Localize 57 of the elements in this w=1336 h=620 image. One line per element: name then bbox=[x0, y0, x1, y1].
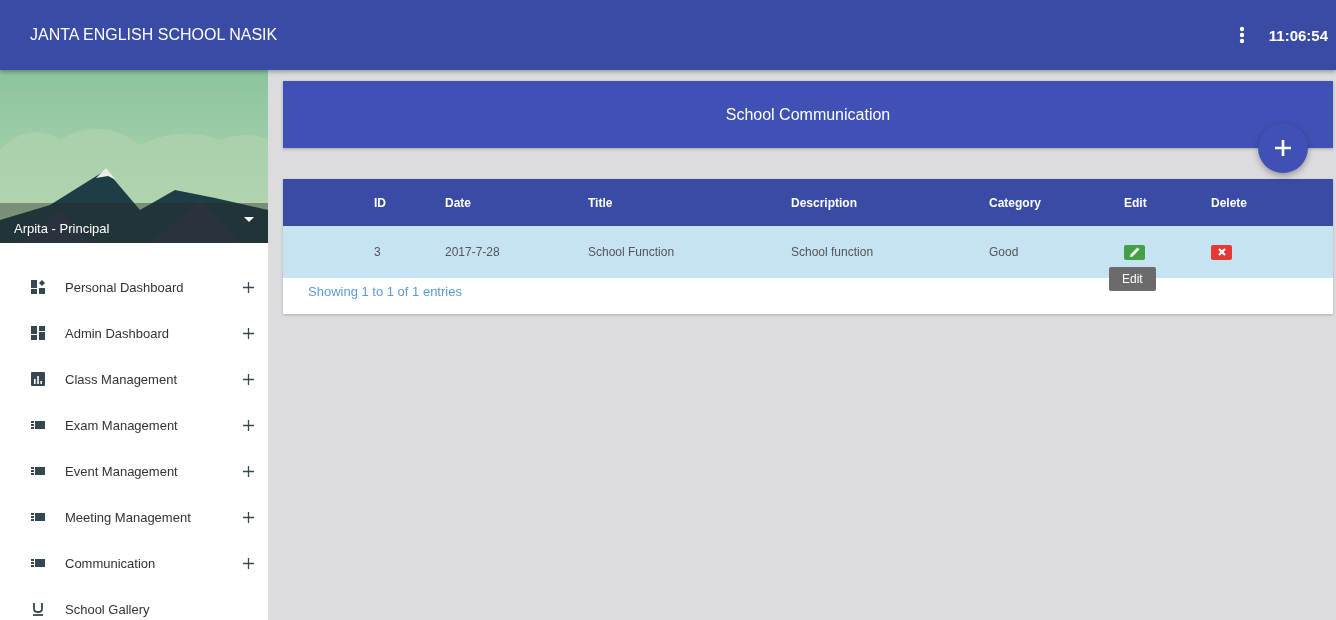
column-header: Delete bbox=[1211, 195, 1249, 210]
table-cell-text: 2017-7-28 bbox=[445, 245, 501, 259]
table-cell-text: Good bbox=[989, 245, 1020, 259]
dashboard-icon bbox=[31, 280, 45, 294]
column-header: ID bbox=[374, 195, 387, 210]
sidebar-label: Class Management bbox=[65, 371, 178, 387]
list-icon bbox=[31, 556, 45, 570]
column-header: Date bbox=[445, 195, 472, 210]
pencil-icon bbox=[1129, 247, 1140, 257]
sidebar-item[interactable]: Admin Dashboard bbox=[0, 310, 268, 356]
column-header: Title bbox=[588, 195, 614, 210]
sidebar-label: Meeting Management bbox=[65, 509, 192, 525]
dropdown-caret-icon[interactable] bbox=[244, 217, 254, 222]
plus-icon[interactable] bbox=[243, 373, 254, 385]
sidebar-label: Admin Dashboard bbox=[65, 325, 171, 341]
add-button[interactable] bbox=[1258, 123, 1308, 173]
list-icon bbox=[31, 418, 45, 432]
column-header: Category bbox=[989, 195, 1042, 210]
table-cell-text: School function bbox=[791, 245, 875, 259]
page-title: School Communication bbox=[725, 105, 891, 124]
clock-time: 11:06:54 bbox=[1268, 26, 1328, 44]
edit-button[interactable] bbox=[1124, 244, 1145, 260]
plus-icon[interactable] bbox=[243, 281, 254, 293]
plus-icon[interactable] bbox=[243, 511, 254, 523]
column-header: Description bbox=[791, 195, 858, 210]
delete-button[interactable] bbox=[1211, 244, 1232, 260]
sidebar-label: Exam Management bbox=[65, 417, 179, 433]
sidebar-item[interactable]: Communication bbox=[0, 540, 268, 586]
sidebar-label: Communication bbox=[65, 555, 157, 571]
sidebar-label: Personal Dashboard bbox=[65, 279, 185, 295]
close-icon bbox=[1217, 248, 1226, 256]
user-bar[interactable]: Arpita - Principal bbox=[0, 203, 268, 243]
table-cell-text: School Function bbox=[588, 245, 676, 259]
plus-icon[interactable] bbox=[243, 465, 254, 477]
sidebar-item[interactable]: Personal Dashboard bbox=[0, 264, 268, 310]
underline-icon bbox=[31, 602, 45, 616]
plus-icon bbox=[1275, 140, 1291, 156]
sidebar-item[interactable]: Event Management bbox=[0, 448, 268, 494]
dashboard-icon bbox=[31, 326, 45, 340]
tooltip: Edit bbox=[1109, 266, 1156, 291]
plus-icon[interactable] bbox=[243, 419, 254, 431]
more-menu-icon[interactable] bbox=[1238, 26, 1245, 44]
user-name: Arpita - Principal bbox=[14, 220, 110, 236]
sidebar-item[interactable]: Class Management bbox=[0, 356, 268, 402]
sidebar-item[interactable]: Exam Management bbox=[0, 402, 268, 448]
sidebar-label: Event Management bbox=[65, 463, 179, 479]
plus-icon[interactable] bbox=[243, 327, 254, 339]
column-header: Edit bbox=[1124, 195, 1148, 210]
sidebar-item[interactable]: Meeting Management bbox=[0, 494, 268, 540]
sidebar-label: School Gallery bbox=[65, 601, 151, 617]
table-cell-text: 3 bbox=[374, 245, 382, 259]
app-title: JANTA ENGLISH SCHOOL NASIK bbox=[30, 26, 279, 44]
plus-icon[interactable] bbox=[243, 557, 254, 569]
list-icon bbox=[31, 510, 45, 524]
list-icon bbox=[31, 464, 45, 478]
bar-chart-icon bbox=[31, 372, 45, 386]
sidebar-item[interactable]: School Gallery bbox=[0, 586, 268, 620]
